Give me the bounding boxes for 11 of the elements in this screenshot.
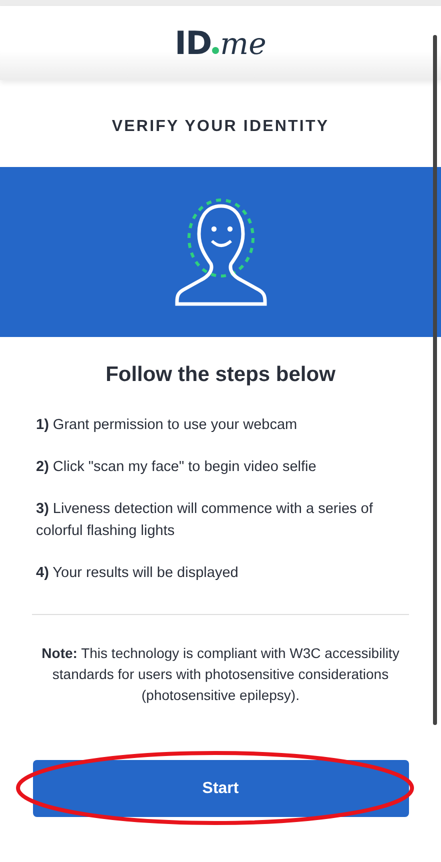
logo: ID me: [174, 24, 266, 62]
note-text: Note: This technology is compliant with W3C accessibility standards for users with photosensitive considerations: [40, 644, 400, 684]
step-text: 1) Grant permission to use your webcam: [36, 416, 298, 435]
page-title: VERIFY YOUR IDENTITY: [110, 118, 330, 137]
step-text: 2) Click "scan my face" to begin video selfie: [36, 458, 318, 477]
section-heading: Follow the steps below: [104, 363, 336, 387]
step-text: 4) Your results will be displayed: [36, 564, 240, 583]
start-button[interactable]: Start: [32, 760, 408, 817]
step-text: 3) Liveness detection will commence with a series of colorful flashing lights: [36, 500, 374, 541]
face-scan-icon: [174, 196, 266, 308]
note-text: (photosensitive epilepsy).: [140, 686, 300, 705]
